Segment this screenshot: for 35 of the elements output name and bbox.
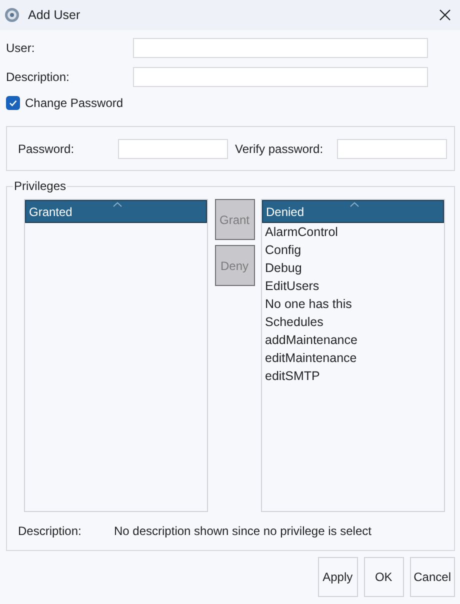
list-item[interactable]: addMaintenance <box>262 331 444 349</box>
list-item[interactable]: AlarmControl <box>262 223 444 241</box>
sort-icon <box>350 202 359 207</box>
description-text: No description shown since no privilege is select <box>114 524 372 538</box>
close-icon <box>439 9 451 21</box>
header-label: Denied <box>266 204 304 218</box>
list-item[interactable]: Debug <box>262 259 444 277</box>
field-label: Description: <box>6 70 70 84</box>
description-label: Description: <box>18 524 82 538</box>
field-label: Verify password: <box>235 142 324 156</box>
list-item[interactable]: editSMTP <box>262 367 444 385</box>
list-item[interactable]: editMaintenance <box>262 349 444 367</box>
column-header[interactable]: Denied <box>262 200 444 223</box>
list-item[interactable]: Config <box>262 241 444 259</box>
list-item[interactable]: No one has this <box>262 295 444 313</box>
password-field[interactable] <box>118 138 228 158</box>
check-icon <box>8 98 18 108</box>
dialog-button[interactable]: OK <box>364 557 404 597</box>
dialog-button[interactable]: Cancel <box>410 557 455 597</box>
list-item[interactable]: Schedules <box>262 313 444 331</box>
app-icon <box>4 7 20 23</box>
checkbox-label: Change Password <box>25 96 124 110</box>
checkbox[interactable] <box>6 96 20 110</box>
header-label: Granted <box>29 204 72 218</box>
input-field[interactable] <box>133 38 428 58</box>
field-label: User: <box>6 41 36 55</box>
dialog-button[interactable]: Apply <box>318 557 358 597</box>
list-item[interactable]: EditUsers <box>262 277 444 295</box>
window-title: Add User <box>28 8 82 22</box>
group-title: Privileges <box>13 179 68 193</box>
sort-icon <box>113 202 122 207</box>
column-header[interactable]: Granted <box>25 200 207 223</box>
input-field[interactable] <box>133 67 428 87</box>
field-label: Password: <box>18 142 76 156</box>
password-field[interactable] <box>337 138 448 158</box>
